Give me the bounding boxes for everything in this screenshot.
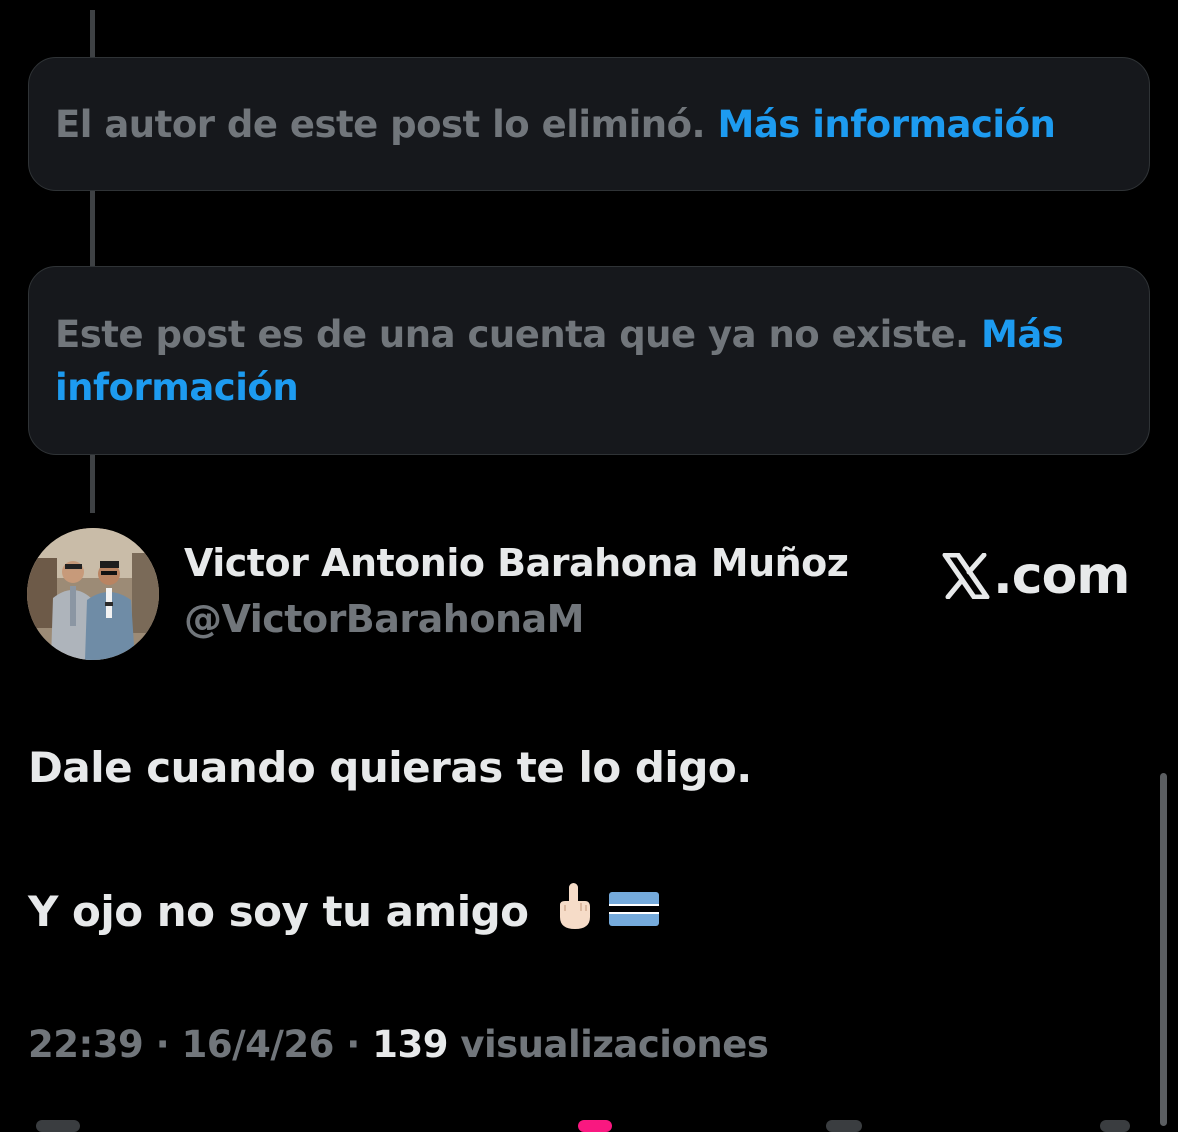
reply-icon[interactable] (36, 1120, 80, 1132)
views-label: visualizaciones (460, 1023, 769, 1066)
thread-connector-top (90, 10, 95, 57)
more-info-link[interactable]: Más información (718, 103, 1056, 146)
avatar-photo (27, 528, 159, 660)
author-handle[interactable]: @VictorBarahonaM (184, 597, 584, 641)
missing-account-notice: Este post es de una cuenta que ya no exi… (28, 266, 1150, 455)
share-icon[interactable] (1100, 1120, 1130, 1132)
views-count: 139 (372, 1023, 448, 1066)
post-date[interactable]: 16/4/26 (182, 1023, 335, 1066)
thread-connector-middle (90, 191, 95, 266)
thread-connector-bottom (90, 455, 95, 513)
scrollbar[interactable] (1160, 773, 1167, 1126)
post-meta: 22:39 · 16/4/26 · 139 visualizaciones (28, 1023, 769, 1066)
post-text-line-1: Dale cuando quieras te lo digo. (28, 743, 752, 792)
middle-finger-emoji (555, 881, 593, 941)
avatar[interactable] (27, 528, 159, 660)
deleted-post-notice-text: El autor de este post lo eliminó. Más in… (55, 102, 1056, 146)
like-icon[interactable] (578, 1120, 612, 1132)
missing-account-notice-text: Este post es de una cuenta que ya no exi… (55, 312, 1064, 409)
x-com-watermark: .com (942, 546, 1130, 606)
author-name[interactable]: Victor Antonio Barahona Muñoz (184, 541, 849, 585)
bookmark-icon[interactable] (826, 1120, 862, 1132)
botswana-flag-emoji (608, 887, 659, 936)
post-text-line-2: Y ojo no soy tu amigo (28, 881, 659, 941)
post-time[interactable]: 22:39 (28, 1023, 144, 1066)
x-logo-icon (942, 553, 990, 599)
deleted-post-notice: El autor de este post lo eliminó. Más in… (28, 57, 1150, 191)
